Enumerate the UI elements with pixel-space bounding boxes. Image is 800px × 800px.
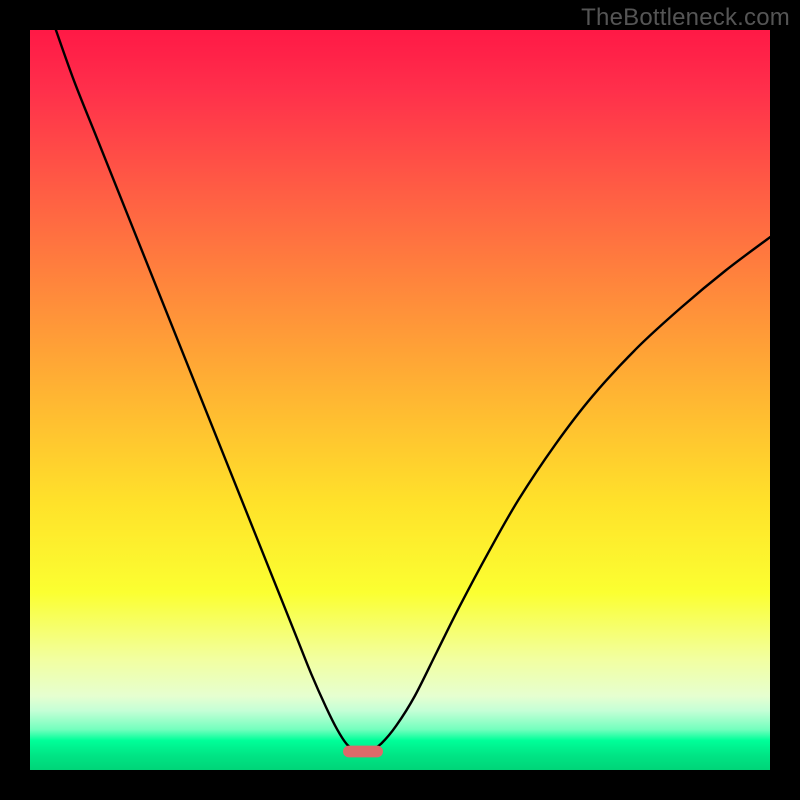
minimum-marker — [343, 746, 383, 758]
curve-layer — [30, 30, 770, 770]
right-branch-curve — [363, 237, 770, 752]
chart-frame: TheBottleneck.com — [0, 0, 800, 800]
left-branch-curve — [56, 30, 363, 752]
watermark-text: TheBottleneck.com — [581, 4, 790, 32]
plot-area — [30, 30, 770, 770]
